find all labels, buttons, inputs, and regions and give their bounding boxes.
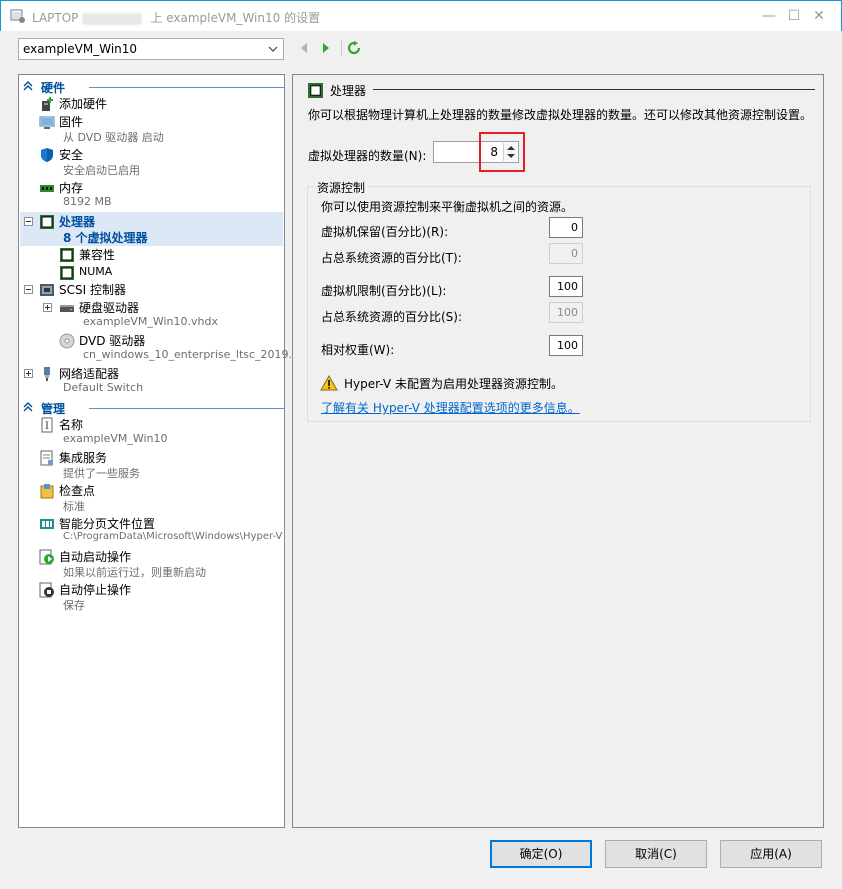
tree-item-auto-stop[interactable]: 自动停止操作 保存 bbox=[19, 581, 284, 613]
processor-icon bbox=[60, 266, 74, 280]
processor-icon bbox=[308, 83, 323, 98]
tree-item-checkpoints[interactable]: 检查点 标准 bbox=[19, 482, 284, 514]
auto-stop-icon bbox=[39, 582, 54, 598]
memory-icon bbox=[40, 185, 54, 192]
limit-label: 虚拟机限制(百分比)(L): bbox=[321, 284, 447, 298]
resource-control-description: 你可以使用资源控制来平衡虚拟机之间的资源。 bbox=[321, 200, 574, 214]
warning-icon bbox=[320, 375, 338, 391]
collapse-toggle[interactable] bbox=[24, 285, 33, 294]
tree-item-compatibility[interactable]: 兼容性 bbox=[19, 246, 284, 262]
vm-select-dropdown[interactable]: exampleVM_Win10 bbox=[18, 38, 284, 60]
collapse-toggle[interactable] bbox=[24, 217, 33, 226]
tree-item-name[interactable]: I 名称 exampleVM_Win10 bbox=[19, 416, 284, 448]
reserve-input[interactable]: 0 bbox=[549, 217, 583, 238]
settings-tree: 硬件 添加硬件 固件 从 DVD 驱动器 启动 安全 安全启动已启用 内存 81… bbox=[18, 74, 299, 828]
dvd-disc-icon bbox=[59, 333, 75, 349]
panel-title: 处理器 bbox=[330, 84, 367, 98]
tree-item-memory[interactable]: 内存 8192 MB bbox=[19, 179, 284, 211]
learn-more-link[interactable]: 了解有关 Hyper-V 处理器配置选项的更多信息。 bbox=[321, 399, 580, 416]
panel-description: 你可以根据物理计算机上处理器的数量修改虚拟处理器的数量。还可以修改其他资源控制设… bbox=[308, 108, 813, 122]
tree-item-scsi-controller[interactable]: SCSI 控制器 bbox=[19, 281, 284, 297]
window-title: LAPTOP 上 exampleVM_Win10 的设置 bbox=[32, 11, 321, 25]
ok-button[interactable]: 确定(O) bbox=[490, 840, 592, 868]
section-rule bbox=[89, 408, 284, 409]
hardware-section-header[interactable]: 硬件 bbox=[19, 78, 284, 95]
processor-icon bbox=[60, 248, 74, 262]
tree-item-smart-paging[interactable]: 智能分页文件位置 C:\ProgramData\Microsoft\Window… bbox=[19, 515, 284, 547]
annotation-highlight-box bbox=[479, 132, 525, 172]
weight-input[interactable]: 100 bbox=[549, 335, 583, 356]
limit-total-label: 占总系统资源的百分比(S): bbox=[321, 310, 463, 324]
chevron-down-icon bbox=[268, 46, 278, 52]
section-rule bbox=[89, 87, 284, 88]
apply-button[interactable]: 应用(A) bbox=[720, 840, 822, 868]
tree-item-security[interactable]: 安全 安全启动已启用 bbox=[19, 146, 284, 178]
close-button[interactable]: ✕ bbox=[796, 1, 842, 32]
title-bar: LAPTOP 上 exampleVM_Win10 的设置 — ☐ ✕ bbox=[0, 0, 842, 31]
add-hardware-icon bbox=[42, 97, 53, 111]
expand-toggle[interactable] bbox=[24, 369, 33, 378]
svg-text:I: I bbox=[45, 421, 49, 432]
processor-settings-panel: 处理器 你可以根据物理计算机上处理器的数量修改虚拟处理器的数量。还可以修改其他资… bbox=[292, 74, 824, 828]
checkpoint-icon bbox=[40, 484, 54, 499]
warning-message: Hyper-V 未配置为启用处理器资源控制。 bbox=[344, 377, 563, 391]
expand-toggle[interactable] bbox=[43, 303, 52, 312]
tree-item-firmware[interactable]: 固件 从 DVD 驱动器 启动 bbox=[19, 113, 284, 145]
smart-paging-icon bbox=[40, 519, 54, 529]
refresh-icon[interactable] bbox=[347, 41, 361, 55]
redacted-hostname bbox=[82, 12, 143, 25]
processor-count-label: 虚拟处理器的数量(N): bbox=[308, 149, 427, 163]
management-section-header[interactable]: 管理 bbox=[19, 399, 284, 416]
scsi-controller-icon bbox=[40, 284, 54, 296]
processor-icon bbox=[40, 215, 54, 229]
integration-services-icon bbox=[40, 450, 53, 466]
tree-item-integration-services[interactable]: 集成服务 提供了一些服务 bbox=[19, 449, 284, 481]
reserve-label: 虚拟机保留(百分比)(R): bbox=[321, 225, 449, 239]
collapse-chevron-icon bbox=[23, 81, 33, 91]
resource-control-title: 资源控制 bbox=[314, 179, 369, 196]
shield-icon bbox=[41, 148, 53, 162]
reserve-total-field: 0 bbox=[549, 243, 583, 264]
toolbar-divider bbox=[341, 40, 342, 56]
tree-item-network-adapter[interactable]: 网络适配器 Default Switch bbox=[19, 365, 284, 397]
tree-item-processor[interactable]: 处理器 8 个虚拟处理器 bbox=[19, 213, 284, 245]
vm-select-value: exampleVM_Win10 bbox=[23, 42, 138, 56]
tree-item-auto-start[interactable]: 自动启动操作 如果以前运行过，则重新启动 bbox=[19, 548, 284, 580]
name-tag-icon: I bbox=[41, 417, 53, 433]
firmware-icon bbox=[39, 116, 55, 129]
limit-total-field: 100 bbox=[549, 302, 583, 323]
panel-title-rule bbox=[373, 89, 815, 90]
tree-item-hard-drive[interactable]: 硬盘驱动器 exampleVM_Win10.vhdx bbox=[19, 299, 284, 331]
network-adapter-icon bbox=[44, 367, 50, 381]
resource-control-group: 资源控制 你可以使用资源控制来平衡虚拟机之间的资源。 虚拟机保留(百分比)(R)… bbox=[307, 179, 811, 422]
hard-drive-icon bbox=[60, 305, 74, 312]
collapse-chevron-icon bbox=[23, 402, 33, 412]
limit-input[interactable]: 100 bbox=[549, 276, 583, 297]
previous-vm-icon[interactable] bbox=[298, 42, 310, 54]
tree-item-add-hardware[interactable]: 添加硬件 bbox=[19, 95, 284, 111]
settings-window-icon bbox=[10, 9, 25, 23]
auto-start-icon bbox=[39, 549, 54, 565]
tree-item-numa[interactable]: NUMA bbox=[19, 264, 284, 280]
cancel-button[interactable]: 取消(C) bbox=[605, 840, 707, 868]
next-vm-icon[interactable] bbox=[320, 42, 332, 54]
tree-item-dvd-drive[interactable]: DVD 驱动器 cn_windows_10_enterprise_ltsc_20… bbox=[19, 332, 299, 364]
weight-label: 相对权重(W): bbox=[321, 343, 395, 357]
reserve-total-label: 占总系统资源的百分比(T): bbox=[321, 251, 462, 265]
